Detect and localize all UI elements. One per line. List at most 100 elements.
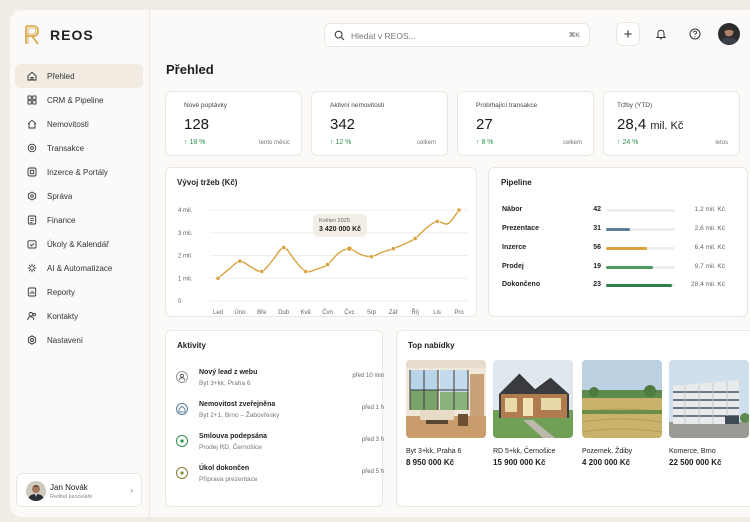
data-point[interactable] (325, 262, 330, 267)
data-point[interactable] (346, 245, 353, 252)
x-tick-label: Srp (367, 310, 377, 316)
app-window: REOS Přehled CRM & Pipeline Nemovitosti … (10, 10, 750, 517)
kpi-label: Aktivní nemovitosti (330, 102, 385, 109)
kpi-delta: ↑ 12 % (330, 139, 352, 146)
notifications-button[interactable] (649, 22, 673, 46)
pipeline-stage: Prezentace (502, 225, 539, 232)
user-card[interactable]: Jan Novák Ředitel kanceláře › (16, 473, 142, 507)
y-tick-label: 1 mil. (178, 276, 193, 282)
data-point[interactable] (412, 236, 418, 241)
search-input[interactable] (351, 28, 551, 43)
sidebar-item-inzerce[interactable]: Inzerce & Portály (15, 160, 143, 184)
sidebar-item-finance[interactable]: Finance (15, 208, 143, 232)
kpi-delta: ↑ 24 % (617, 139, 639, 146)
sidebar-item-label: Přehled (47, 71, 75, 81)
sidebar-item-crm[interactable]: CRM & Pipeline (15, 88, 143, 112)
kpi-card-inquiries[interactable]: Nové poptávky 128 ↑ 18 % tento měsíc (165, 91, 302, 156)
pipeline-amount: 2,6 mil. Kč (694, 225, 725, 232)
pipeline-bar-track (606, 284, 675, 287)
activity-time: před 3 h (361, 437, 384, 443)
sidebar-item-ukoly[interactable]: Úkoly & Kalendář (15, 232, 143, 256)
revenue-chart[interactable]: 0 1 mil. 2 mil. 3 mil. 4 mil. Led Úno Bře Dub Kvě… (166, 168, 478, 318)
chevron-right-icon: › (130, 486, 133, 495)
kpi-value: 342 (330, 116, 356, 133)
offer-name: Pozemek, Ždiby (582, 448, 633, 455)
kpi-card-transactions[interactable]: Probíhající transakce 27 ↑ 8 % celkem (457, 91, 594, 156)
kpi-note: celkem (562, 140, 582, 146)
finance-icon (27, 215, 37, 225)
sidebar-item-label: Správa (47, 191, 73, 201)
crm-icon (27, 95, 37, 105)
offer-image (669, 360, 749, 438)
offer-price: 15 900 000 Kč (493, 458, 546, 467)
add-button[interactable]: + (616, 22, 640, 46)
y-tick-label: 0 (178, 299, 182, 305)
sidebar-item-kontakty[interactable]: Kontakty (15, 304, 143, 328)
sidebar-item-reporty[interactable]: Reporty (15, 280, 143, 304)
pipeline-row[interactable]: Nábor 42 1,2 mil. Kč (489, 204, 739, 216)
data-point[interactable] (390, 246, 396, 252)
ai-icon (27, 263, 37, 273)
activity-title: Nemovitost zveřejněna (199, 401, 276, 408)
kpi-card-revenue[interactable]: Tržby (YTD) 28,4 mil. Kč ↑ 24 % letos (603, 91, 740, 156)
data-point[interactable] (215, 275, 221, 281)
management-icon (27, 191, 37, 201)
pipeline-bar-fill (606, 247, 648, 250)
help-button[interactable] (683, 22, 707, 46)
activity-item[interactable]: Nemovitost zveřejněna Byt 2+1, Brno – Ža… (176, 401, 384, 429)
sidebar-item-nemovitosti[interactable]: Nemovitosti (15, 112, 143, 136)
chart-tooltip: Květen 2025 3 420 000 Kč (313, 214, 368, 237)
pipeline-bar-track (606, 247, 675, 250)
kpi-card-properties[interactable]: Aktivní nemovitosti 342 ↑ 12 % celkem (311, 91, 448, 156)
offer-card[interactable]: Byt 3+kk, Praha 6 8 950 000 Kč (406, 360, 486, 467)
activity-item[interactable]: Nový lead z webu Byt 3+kk, Praha 6 před … (176, 369, 384, 397)
sidebar-item-label: Nemovitosti (47, 119, 89, 129)
activity-item[interactable]: Úkol dokončen Příprava prezentace před 5… (176, 465, 384, 493)
pipeline-row[interactable]: Prodej 19 9,7 mil. Kč (489, 261, 739, 273)
activity-time: před 1 h (361, 405, 384, 411)
pipeline-row[interactable]: Prezentace 31 2,6 mil. Kč (489, 223, 739, 235)
bell-icon (655, 29, 667, 40)
pipeline-row[interactable]: Inzerce 56 6,4 mil. Kč (489, 242, 739, 254)
sidebar-item-label: CRM & Pipeline (47, 95, 104, 105)
listing-icon (27, 167, 37, 177)
search-bar[interactable]: ⌘K (324, 23, 590, 47)
activity-title: Smlouva podepsána (199, 433, 268, 440)
activity-time: před 10 min (352, 373, 384, 379)
offer-card[interactable]: Komerce, Brno 22 500 000 Kč (669, 360, 749, 467)
x-tick-label: Pro (454, 310, 464, 316)
pipeline-bar-track (606, 209, 675, 212)
check-icon (176, 467, 188, 479)
profile-avatar[interactable] (718, 23, 740, 45)
pipeline-row[interactable]: Dokončeno 23 28,4 mil. Kč (489, 279, 739, 291)
sidebar-item-transakce[interactable]: Transakce (15, 136, 143, 160)
sidebar-item-ai[interactable]: AI & Automatizace (15, 256, 143, 280)
logo[interactable]: REOS (24, 25, 94, 45)
sidebar-item-prehled[interactable]: Přehled (15, 64, 143, 88)
search-icon (334, 30, 345, 41)
x-tick-label: Lis (433, 310, 441, 316)
data-point[interactable] (281, 245, 287, 250)
offer-card[interactable]: Pozemek, Ždiby 4 200 000 Kč (582, 360, 662, 467)
data-point[interactable] (368, 254, 374, 260)
offer-card[interactable]: RD 5+kk, Černošice 15 900 000 Kč (493, 360, 573, 467)
data-point[interactable] (303, 269, 309, 274)
house-icon (27, 119, 37, 129)
sidebar-item-label: Úkoly & Kalendář (47, 239, 109, 249)
data-point[interactable] (456, 207, 462, 213)
offer-name: Byt 3+kk, Praha 6 (406, 448, 462, 455)
offer-name: RD 5+kk, Černošice (493, 448, 556, 455)
tooltip-label: Květen 2025 (319, 218, 350, 224)
sidebar-item-nastaveni[interactable]: Nastavení (15, 328, 143, 352)
y-tick-label: 4 mil. (178, 208, 193, 214)
pipeline-bar-track (606, 228, 675, 231)
offer-image (406, 360, 486, 438)
avatar (26, 481, 46, 501)
data-point[interactable] (259, 269, 265, 274)
sidebar-nav: Přehled CRM & Pipeline Nemovitosti Trans… (15, 64, 143, 352)
sidebar-item-sprava[interactable]: Správa (15, 184, 143, 208)
data-point[interactable] (434, 218, 440, 224)
activity-item[interactable]: Smlouva podepsána Prodej RD, Černošice p… (176, 433, 384, 461)
data-point[interactable] (237, 258, 243, 264)
pipeline-stage: Nábor (502, 206, 523, 213)
